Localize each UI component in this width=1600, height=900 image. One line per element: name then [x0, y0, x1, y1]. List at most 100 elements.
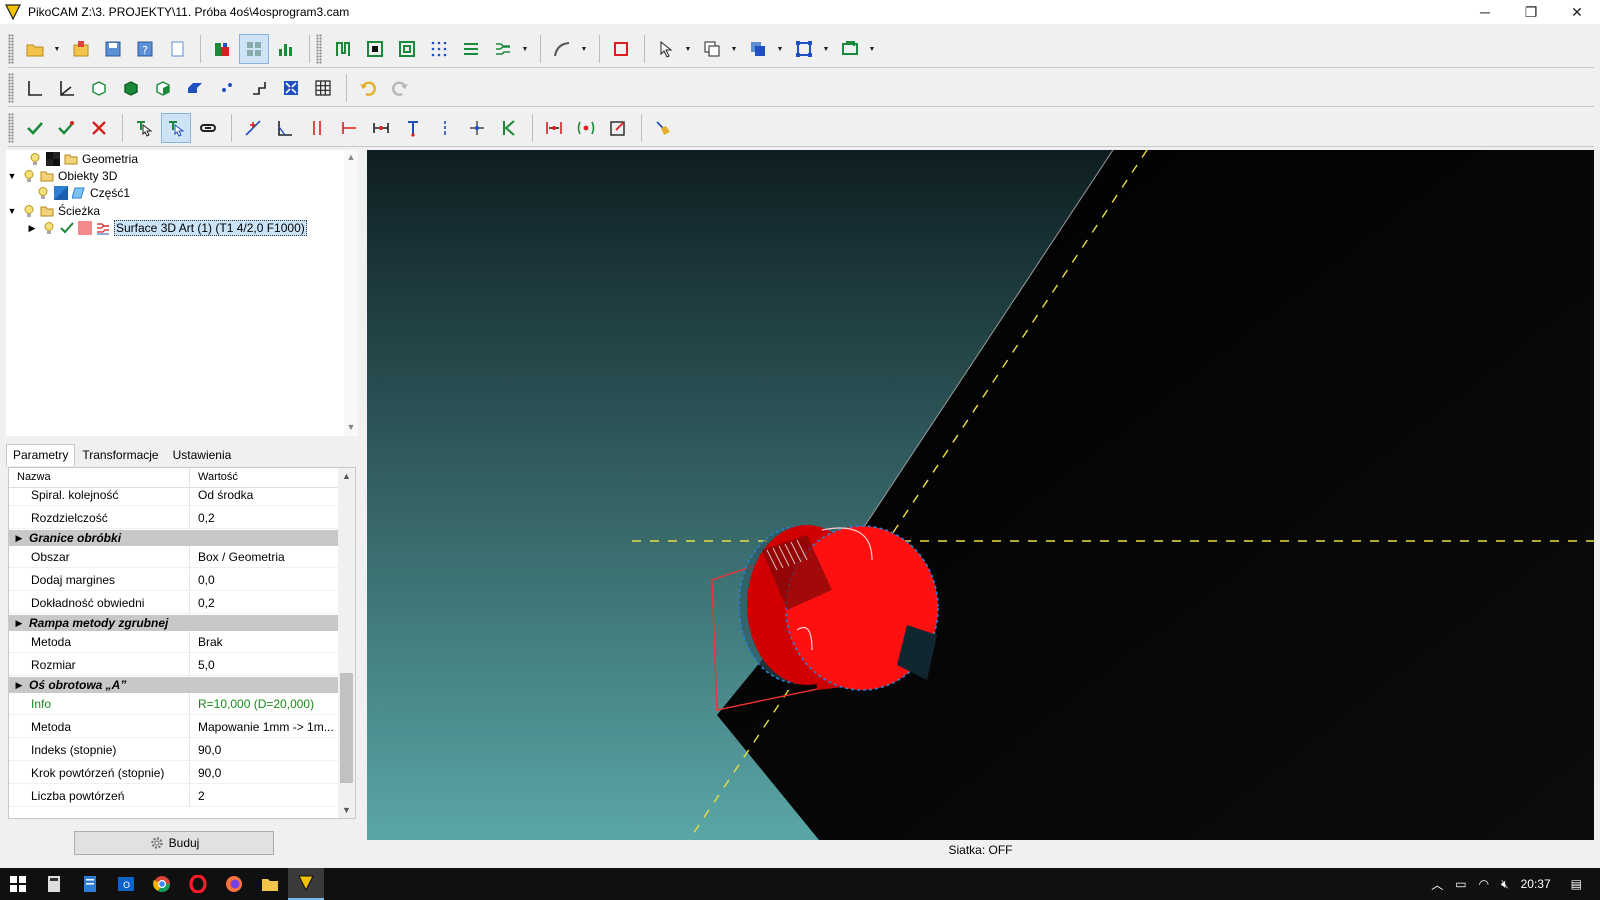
edit-button[interactable] [603, 113, 633, 143]
view-shaded-button[interactable] [180, 73, 210, 103]
add-point-button[interactable] [238, 113, 268, 143]
expand-arrow-icon[interactable]: ▶ [26, 223, 38, 234]
lightbulb-icon[interactable] [22, 204, 36, 218]
object-color-icon[interactable] [54, 186, 68, 200]
toolbar-grip[interactable] [8, 34, 14, 64]
view-front-button[interactable] [116, 73, 146, 103]
grid-toggle-button[interactable] [308, 73, 338, 103]
accept-all-button[interactable] [52, 113, 82, 143]
dash-button[interactable] [430, 113, 460, 143]
build-button[interactable]: Buduj [74, 831, 274, 855]
view-step-button[interactable] [244, 73, 274, 103]
surface-button[interactable] [488, 34, 518, 64]
minimize-button[interactable]: ─ [1462, 0, 1508, 24]
arc-button[interactable] [547, 34, 577, 64]
corner-button[interactable] [270, 113, 300, 143]
tree-item-sciezka[interactable]: ▼ Ścieżka [6, 202, 101, 220]
distance-button[interactable] [366, 113, 396, 143]
clock[interactable]: 20:37 [1521, 877, 1551, 891]
prop-row[interactable]: Obszar Box / Geometria [9, 545, 339, 568]
mirror-button[interactable] [539, 113, 569, 143]
tab-ustawienia[interactable]: Ustawienia [166, 444, 239, 466]
lightbulb-icon[interactable] [42, 221, 56, 235]
category-os-obrotowa-a[interactable]: ▶ Oś obrotowa „A” [9, 677, 339, 693]
redo-button[interactable] [385, 73, 415, 103]
perpendicular-button[interactable] [398, 113, 428, 143]
tree-item-czesc1[interactable]: Część1 [32, 184, 130, 202]
arc-dropdown[interactable]: ▼ [579, 34, 589, 64]
tree-item-obiekty-3d[interactable]: ▼ Obiekty 3D [6, 167, 118, 185]
cancel-button[interactable] [84, 113, 114, 143]
new-page-button[interactable] [162, 34, 192, 64]
layout-grid-button[interactable] [239, 34, 269, 64]
scroll-up-icon[interactable]: ▲ [344, 152, 358, 162]
expand-arrow-icon[interactable]: ▶ [9, 618, 29, 629]
offset-button[interactable] [392, 34, 422, 64]
view-iso-button[interactable] [84, 73, 114, 103]
surface-dropdown[interactable]: ▼ [520, 34, 530, 64]
rotate-button[interactable] [835, 34, 865, 64]
view-xz-button[interactable] [52, 73, 82, 103]
prop-row[interactable]: Info R=10,000 (D=20,000) [9, 692, 339, 715]
prop-row[interactable]: Krok powtórzeń (stopnie) 90,0 [9, 761, 339, 784]
view-xy-button[interactable] [20, 73, 50, 103]
taskbar-calculator[interactable] [36, 868, 72, 900]
tray-chevron-icon[interactable]: ︿ [1431, 876, 1443, 893]
taskbar-chrome[interactable] [144, 868, 180, 900]
transform-dropdown[interactable]: ▼ [821, 34, 831, 64]
collapse-arrow-icon[interactable]: ▼ [6, 171, 18, 181]
expand-arrow-icon[interactable]: ▶ [9, 680, 29, 691]
material-view-button[interactable] [207, 34, 237, 64]
select-button[interactable] [651, 34, 681, 64]
undo-button[interactable] [353, 73, 383, 103]
contour-button[interactable] [328, 34, 358, 64]
view-points-button[interactable] [212, 73, 242, 103]
rotate-dropdown[interactable]: ▼ [867, 34, 877, 64]
prop-row[interactable]: Rozmiar 5,0 [9, 653, 339, 676]
view-side-button[interactable] [148, 73, 178, 103]
category-rampa-metody-zgrubnej[interactable]: ▶ Rampa metody zgrubnej [9, 615, 339, 631]
volume-icon[interactable]: 🔇︎ [1501, 877, 1509, 892]
close-button[interactable]: ✕ [1554, 0, 1600, 24]
pick-multi-button[interactable] [161, 113, 191, 143]
link-button[interactable] [193, 113, 223, 143]
zoom-fit-button[interactable] [276, 73, 306, 103]
lightbulb-icon[interactable] [28, 152, 42, 166]
prop-row[interactable]: Liczba powtórzeń 2 [9, 784, 339, 807]
tree-scrollbar[interactable]: ▲ ▼ [344, 150, 358, 436]
center-button[interactable] [462, 113, 492, 143]
prop-row[interactable]: Indeks (stopnie) 90,0 [9, 738, 339, 761]
prop-row[interactable]: Metoda Mapowanie 1mm -> 1m... [9, 715, 339, 738]
vertical-button[interactable] [302, 113, 332, 143]
panel-splitter[interactable] [6, 436, 358, 442]
taskbar-explorer[interactable] [252, 868, 288, 900]
statistics-button[interactable] [271, 34, 301, 64]
taskbar-pikocam[interactable] [288, 868, 324, 900]
toolpath-color-icon[interactable] [78, 221, 92, 235]
prop-row[interactable]: Dokładność obwiedni 0,2 [9, 591, 339, 614]
scroll-thumb[interactable] [340, 673, 353, 783]
boolean-dropdown[interactable]: ▼ [775, 34, 785, 64]
restore-button[interactable]: ❐ [1508, 0, 1554, 24]
open-file-dropdown[interactable]: ▼ [52, 34, 62, 64]
scroll-down-icon[interactable]: ▼ [344, 422, 358, 432]
transform-button[interactable] [789, 34, 819, 64]
lightbulb-icon[interactable] [22, 169, 36, 183]
boundary-button[interactable] [606, 34, 636, 64]
tab-transformacje[interactable]: Transformacje [75, 444, 165, 466]
taskbar-outlook[interactable]: O [108, 868, 144, 900]
taskbar-notes[interactable] [72, 868, 108, 900]
boolean-button[interactable] [743, 34, 773, 64]
pick-button[interactable] [129, 113, 159, 143]
start-button[interactable] [0, 868, 36, 900]
taskbar-firefox[interactable] [216, 868, 252, 900]
scroll-down-icon[interactable]: ▼ [338, 805, 355, 815]
check-icon[interactable] [60, 221, 74, 235]
kink-button[interactable] [494, 113, 524, 143]
prop-row[interactable]: Dodaj margines 0,0 [9, 568, 339, 591]
help-button[interactable]: ? [130, 34, 160, 64]
collapse-arrow-icon[interactable]: ▼ [6, 206, 18, 216]
prop-row[interactable]: Rozdzielczość 0,2 [9, 506, 339, 529]
open-file-button[interactable] [20, 34, 50, 64]
tab-parametry[interactable]: Parametry [6, 444, 76, 466]
